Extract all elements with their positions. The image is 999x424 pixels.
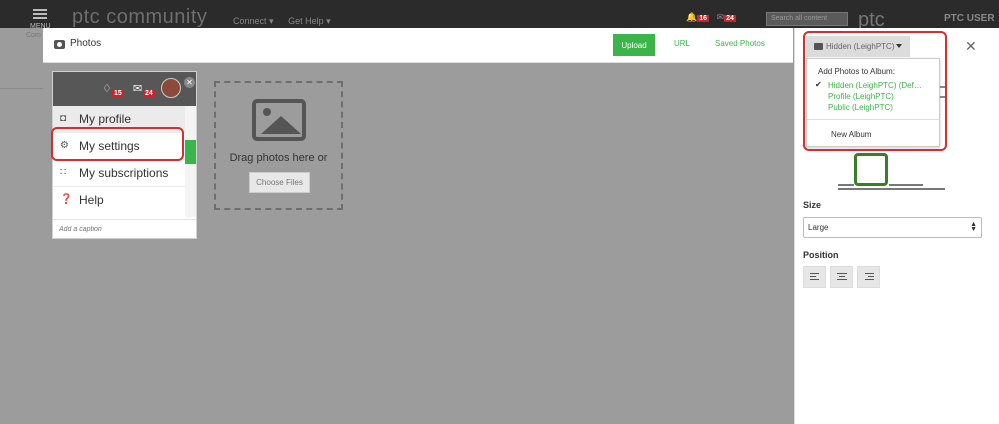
mail-count: 24 [724, 15, 736, 22]
red-highlight-album [803, 31, 947, 151]
modal-header: Photos Upload URL Saved Photos [43, 28, 793, 63]
size-select-value: Large [808, 223, 829, 232]
thumbnail-green-strip [185, 140, 196, 164]
size-label: Size [803, 200, 822, 210]
upload-area: ♢ 15 ✉ 24 ◘ My profile ⚙ My settings ∷ M… [43, 63, 793, 424]
help-icon: ❓ [60, 194, 73, 205]
nav-get-help[interactable]: Get Help ▾ [288, 16, 331, 26]
ptc-user-logo: PTC USER [944, 13, 995, 24]
remove-photo-close-icon[interactable]: ✕ [184, 77, 195, 88]
top-notification-icons: 🔔 16 ✉ 24 [686, 12, 736, 23]
site-search-input[interactable]: Search all content [766, 12, 848, 26]
layout-side-icon [940, 86, 945, 98]
thumbnail-user-menu: ◘ My profile ⚙ My settings ∷ My subscrip… [53, 106, 185, 217]
site-top-bar: MENU ptc community Connect ▾ Get Help ▾ … [0, 0, 999, 31]
choose-files-button[interactable]: Choose Files [249, 172, 310, 193]
menu-button[interactable]: MENU [30, 7, 51, 30]
thumbnail-mail-count: 24 [143, 90, 155, 97]
bell-icon: ♢ [102, 83, 112, 95]
menu-item-label: Help [79, 193, 104, 207]
menu-item-help: ❓ Help [53, 187, 185, 214]
menu-item-label: My subscriptions [79, 166, 169, 180]
image-icon [252, 99, 306, 141]
red-highlight-my-profile [51, 127, 184, 161]
align-left-button[interactable] [803, 266, 826, 288]
close-icon[interactable]: ✕ [965, 38, 977, 55]
background-left-text: Com [26, 32, 41, 39]
align-center-button[interactable] [830, 266, 853, 288]
community-logo[interactable]: ptc community [72, 6, 207, 29]
upload-tab[interactable]: Upload [613, 34, 655, 56]
mail-icon: ✉ [133, 83, 143, 95]
photo-dropzone[interactable]: Drag photos here or Choose Files [214, 81, 343, 210]
size-select[interactable]: Large ▲ ▼ [803, 217, 982, 238]
position-label: Position [803, 250, 839, 260]
image-layout-preview-icon[interactable] [838, 152, 946, 192]
notification-count: 16 [697, 15, 710, 22]
bell-icon[interactable]: 🔔 [686, 12, 697, 22]
user-icon: ◘ [60, 113, 67, 124]
modal-title: Photos [70, 38, 102, 49]
mail-icon[interactable]: ✉ [717, 12, 725, 22]
menu-item-label: My profile [79, 112, 132, 126]
menu-item-my-subscriptions: ∷ My subscriptions [53, 160, 185, 187]
saved-photos-tab[interactable]: Saved Photos [715, 39, 765, 48]
hamburger-icon [33, 13, 48, 15]
url-tab[interactable]: URL [674, 39, 690, 48]
avatar [161, 78, 181, 98]
thumbnail-header-bar: ♢ 15 ✉ 24 [53, 72, 196, 106]
dropzone-text: Drag photos here or [229, 152, 328, 164]
rss-icon: ∷ [60, 167, 67, 178]
caption-input[interactable] [53, 219, 196, 238]
nav-connect[interactable]: Connect ▾ [233, 16, 274, 26]
select-arrows-icon: ▲ ▼ [970, 221, 977, 233]
camera-icon [54, 40, 65, 49]
align-right-button[interactable] [857, 266, 880, 288]
top-nav: Connect ▾ Get Help ▾ [233, 16, 343, 27]
photo-options-panel: Hidden (LeighPTC) ✕ Add Photos to Album:… [794, 28, 999, 424]
thumbnail-notification-count: 15 [112, 90, 124, 97]
